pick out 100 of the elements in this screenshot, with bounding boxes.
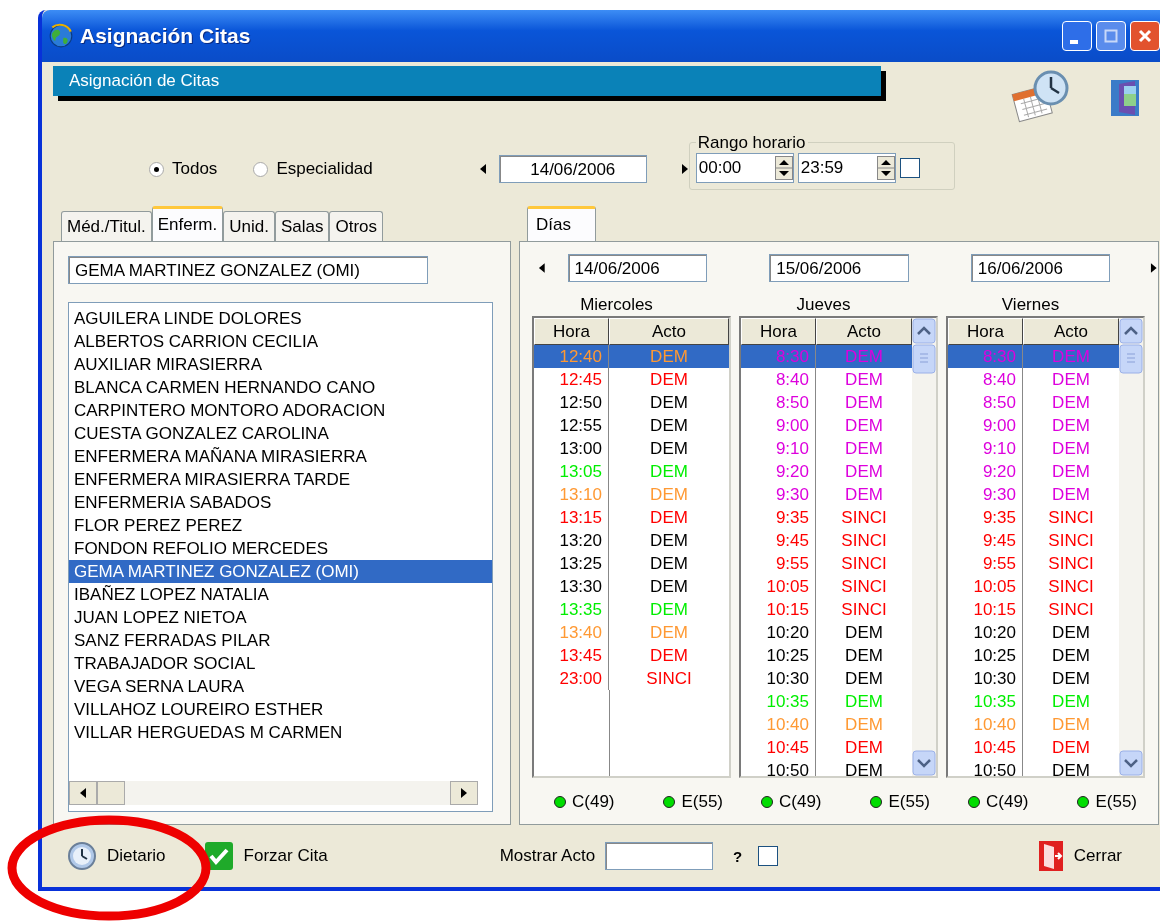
appointment-row[interactable]: 10:25 DEM (948, 644, 1119, 667)
list-item[interactable]: ALBERTOS CARRION CECILIA (69, 330, 492, 353)
list-item[interactable]: SANZ FERRADAS PILAR (69, 629, 492, 652)
appointment-row[interactable]: 8:40 DEM (741, 368, 912, 391)
list-item[interactable]: BLANCA CARMEN HERNANDO CANO (69, 376, 492, 399)
list-item[interactable]: CARPINTERO MONTORO ADORACION (69, 399, 492, 422)
horizontal-scrollbar[interactable] (69, 781, 478, 805)
scroll-right-icon[interactable] (450, 781, 478, 805)
appointment-row[interactable]: 10:30 DEM (741, 667, 912, 690)
appointment-row[interactable]: 12:55 DEM (534, 414, 729, 437)
appointment-row[interactable]: 9:55 SINCI (741, 552, 912, 575)
tab[interactable]: Días (527, 206, 596, 241)
appointment-row[interactable]: 10:05 SINCI (741, 575, 912, 598)
cerrar-button[interactable]: Cerrar (1033, 838, 1126, 874)
appointment-row[interactable]: 10:50 DEM (948, 759, 1119, 776)
appointment-row[interactable]: 10:45 DEM (948, 736, 1119, 759)
appointment-row[interactable]: 9:10 DEM (741, 437, 912, 460)
appointment-row[interactable]: 8:40 DEM (948, 368, 1119, 391)
appointment-row[interactable]: 13:00 DEM (534, 437, 729, 460)
list-item[interactable]: FLOR PEREZ PEREZ (69, 514, 492, 537)
appointment-row[interactable]: 9:00 DEM (741, 414, 912, 437)
date-field[interactable]: 15/06/2006 (769, 254, 909, 282)
appointment-row[interactable]: 10:05 SINCI (948, 575, 1119, 598)
appointment-row[interactable]: 9:00 DEM (948, 414, 1119, 437)
list-item[interactable]: ENFERMERIA SABADOS (69, 491, 492, 514)
appointment-row[interactable]: 13:25 DEM (534, 552, 729, 575)
time-spinner[interactable]: 00:00 (695, 152, 794, 183)
tab[interactable]: Otros (329, 211, 384, 241)
date-field[interactable]: 14/06/2006 (498, 155, 647, 183)
list-item[interactable]: AGUILERA LINDE DOLORES (69, 307, 492, 330)
appointment-row[interactable]: 13:15 DEM (534, 506, 729, 529)
appointment-row[interactable]: 8:50 DEM (741, 391, 912, 414)
radio-option[interactable]: Todos (149, 159, 218, 179)
maximize-button[interactable] (1096, 21, 1126, 51)
column-header[interactable]: Acto (609, 318, 729, 345)
date-field[interactable]: 14/06/2006 (567, 254, 708, 282)
tab[interactable]: Unid. (223, 211, 275, 241)
appointment-row[interactable]: 12:45 DEM (534, 368, 729, 391)
appointment-row[interactable]: 9:20 DEM (741, 460, 912, 483)
vertical-scrollbar[interactable] (1119, 318, 1143, 776)
list-item[interactable]: TRABAJADOR SOCIAL (69, 652, 492, 675)
column-header[interactable]: Acto (1023, 318, 1119, 345)
appointment-row[interactable]: 10:50 DEM (741, 759, 912, 776)
column-header[interactable]: Hora (948, 318, 1023, 345)
list-item[interactable]: VILLAHOZ LOUREIRO ESTHER (69, 698, 492, 721)
appointment-row[interactable]: 9:30 DEM (741, 483, 912, 506)
list-item[interactable]: FONDON REFOLIO MERCEDES (69, 537, 492, 560)
radio-option[interactable]: Especialidad (253, 159, 373, 179)
previous-arrow-icon[interactable] (478, 163, 487, 175)
dietario-button[interactable]: Dietario (63, 839, 170, 873)
appointment-row[interactable]: 13:20 DEM (534, 529, 729, 552)
appointment-row[interactable]: 9:35 SINCI (948, 506, 1119, 529)
minimize-button[interactable] (1062, 21, 1092, 51)
appointment-row[interactable]: 10:25 DEM (741, 644, 912, 667)
list-item[interactable]: ENFERMERA MIRASIERRA TARDE (69, 468, 492, 491)
list-item[interactable]: AUXILIAR MIRASIERRA (69, 353, 492, 376)
appointment-row[interactable]: 9:35 SINCI (741, 506, 912, 529)
checkbox[interactable] (758, 846, 779, 866)
previous-arrow-icon[interactable] (538, 262, 546, 274)
column-header[interactable]: Hora (534, 318, 609, 345)
checkbox[interactable] (899, 157, 920, 178)
appointment-row[interactable]: 10:15 SINCI (948, 598, 1119, 621)
column-header[interactable]: Hora (741, 318, 816, 345)
date-field[interactable]: 16/06/2006 (970, 254, 1111, 282)
appointment-row[interactable]: 9:20 DEM (948, 460, 1119, 483)
vertical-scrollbar[interactable] (912, 318, 936, 776)
forzar-cita-button[interactable]: Forzar Cita (199, 839, 332, 873)
list-item[interactable]: JUAN LOPEZ NIETOA (69, 606, 492, 629)
appointment-row[interactable]: 10:20 DEM (948, 621, 1119, 644)
appointment-row[interactable]: 9:55 SINCI (948, 552, 1119, 575)
tab[interactable]: Salas (274, 211, 330, 241)
list-item[interactable]: VEGA SERNA LAURA (69, 675, 492, 698)
mostrar-acto-field[interactable] (605, 842, 714, 870)
next-arrow-icon[interactable] (1150, 262, 1158, 274)
appointment-row[interactable]: 9:45 SINCI (741, 529, 912, 552)
appointment-row[interactable]: 10:30 DEM (948, 667, 1119, 690)
appointment-row[interactable]: 9:45 SINCI (948, 529, 1119, 552)
list-item[interactable]: ENFERMERA MAÑANA MIRASIERRA (69, 445, 492, 468)
appointment-row[interactable]: 23:00 SINCI (534, 667, 729, 690)
scroll-left-icon[interactable] (69, 781, 97, 805)
appointment-row[interactable]: 9:10 DEM (948, 437, 1119, 460)
appointment-row[interactable]: 13:30 DEM (534, 575, 729, 598)
list-item[interactable]: VILLAR HERGUEDAS M CARMEN (69, 721, 492, 744)
next-arrow-icon[interactable] (680, 163, 689, 175)
tab[interactable]: Enferm. (151, 206, 224, 241)
name-field[interactable]: GEMA MARTINEZ GONZALEZ (OMI) (68, 256, 428, 284)
appointment-row[interactable]: 9:30 DEM (948, 483, 1119, 506)
tab[interactable]: Méd./Titul. (61, 211, 152, 241)
appointment-row[interactable]: 10:45 DEM (741, 736, 912, 759)
appointment-row[interactable]: 13:45 DEM (534, 644, 729, 667)
appointment-row[interactable]: 10:20 DEM (741, 621, 912, 644)
calendar-clock-icon[interactable] (1011, 68, 1071, 124)
list-item[interactable]: CUESTA GONZALEZ CAROLINA (69, 422, 492, 445)
close-button[interactable] (1130, 21, 1160, 51)
scroll-thumb[interactable] (97, 781, 125, 805)
list-item[interactable]: GEMA MARTINEZ GONZALEZ (OMI) (69, 560, 492, 583)
appointment-row[interactable]: 12:50 DEM (534, 391, 729, 414)
list-item[interactable]: IBAÑEZ LOPEZ NATALIA (69, 583, 492, 606)
appointment-row[interactable]: 8:50 DEM (948, 391, 1119, 414)
appointment-row[interactable]: 10:15 SINCI (741, 598, 912, 621)
